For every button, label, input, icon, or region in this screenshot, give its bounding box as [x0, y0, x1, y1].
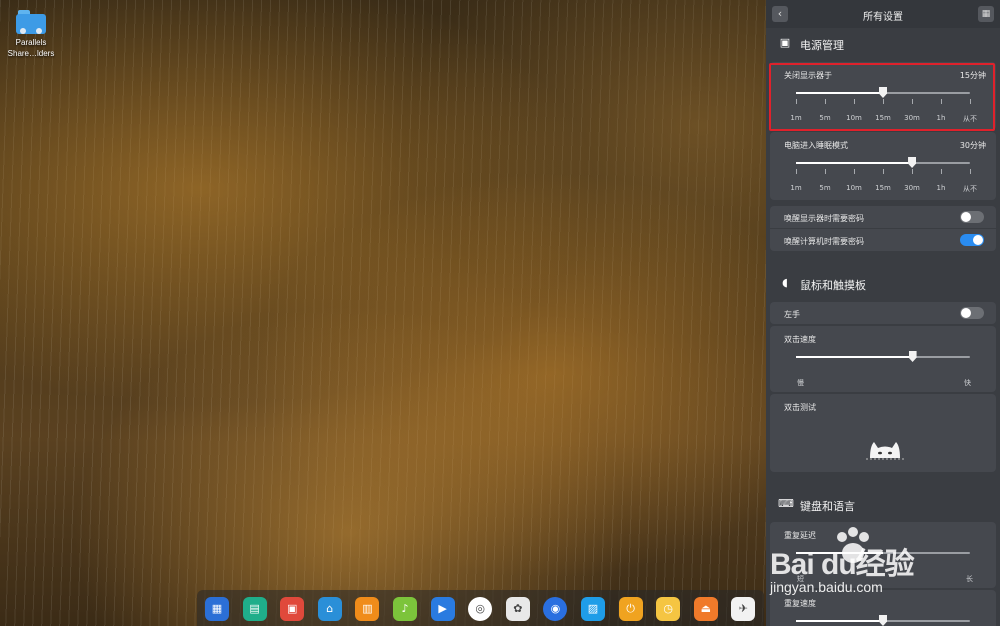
- desktop-folder-parallels[interactable]: Parallels Share…lders: [6, 10, 56, 59]
- slider-tick: [796, 169, 797, 174]
- section-title: 鼠标和触摸板: [800, 279, 866, 292]
- section-keyboard: ⌨ 键盘和语言: [766, 491, 1000, 517]
- slider-tick: [825, 169, 826, 174]
- wake-display-label: 唤醒显示器时需要密码: [784, 214, 864, 223]
- mouse-icon: ◖: [782, 276, 788, 289]
- wake-computer-row: 唤醒计算机时需要密码: [770, 229, 996, 251]
- section-mouse: ◖ 鼠标和触摸板: [766, 270, 1000, 296]
- tick-label: 1h: [936, 184, 946, 192]
- eject-icon[interactable]: ⏏: [693, 597, 718, 621]
- left-hand-row: 左手: [770, 302, 996, 324]
- slider-tick: [883, 169, 884, 174]
- panel-header: ‹ 所有设置 ▦: [766, 0, 1000, 28]
- slider-tick: [854, 169, 855, 174]
- section-title: 键盘和语言: [800, 500, 855, 513]
- panel-title: 所有设置: [863, 12, 903, 23]
- video-icon[interactable]: ▶: [430, 597, 455, 621]
- tick-label: 5m: [819, 184, 831, 192]
- folder-icon: [16, 10, 46, 34]
- section-title: 电源管理: [800, 39, 844, 52]
- settings-icon[interactable]: ✿: [505, 597, 530, 621]
- double-click-test-card: 双击测试: [770, 394, 996, 472]
- double-click-speed-slider[interactable]: [796, 351, 970, 362]
- slider-tick: [912, 169, 913, 174]
- grid-button[interactable]: ▦: [978, 6, 994, 22]
- cat-icon[interactable]: [866, 438, 904, 462]
- screen-recorder-icon[interactable]: ▣: [280, 597, 305, 621]
- sleep-value: 30分钟: [959, 141, 986, 150]
- highlight-box: [769, 63, 995, 131]
- wake-display-toggle[interactable]: [960, 211, 984, 223]
- watermark-url: jingyan.baidu.com: [770, 579, 883, 595]
- slider-tick: [970, 169, 971, 174]
- power-icon[interactable]: ⏻: [618, 597, 643, 621]
- slow-label: 慢: [797, 379, 804, 387]
- double-click-speed-label: 双击速度: [784, 335, 816, 344]
- slider-tick: [941, 169, 942, 174]
- sleep-card: 电脑进入睡眠模式 30分钟 1m 5m 10m 15m 30m 1h 从不: [770, 132, 996, 200]
- slider-handle[interactable]: [908, 351, 917, 362]
- double-click-test-label: 双击测试: [784, 403, 816, 412]
- wake-display-row: 唤醒显示器时需要密码: [770, 206, 996, 228]
- clock-icon[interactable]: ◷: [656, 597, 681, 621]
- chrome-icon[interactable]: ◎: [468, 597, 493, 621]
- sleep-slider[interactable]: [796, 157, 971, 174]
- archive-manager-icon[interactable]: ▥: [355, 597, 380, 621]
- double-click-speed-card: 双击速度 慢 快: [770, 326, 996, 392]
- launcher-icon[interactable]: ▦: [205, 597, 229, 621]
- tick-label: 从不: [963, 185, 977, 193]
- wake-computer-label: 唤醒计算机时需要密码: [784, 237, 864, 246]
- qq-icon[interactable]: ✈: [731, 597, 756, 621]
- tick-label: 15m: [875, 184, 891, 192]
- folder-label: Parallels Share…lders: [7, 38, 55, 58]
- left-hand-toggle[interactable]: [960, 307, 984, 319]
- fast-label: 快: [964, 379, 971, 387]
- slider-handle[interactable]: [908, 157, 917, 168]
- file-manager-icon[interactable]: ▤: [242, 597, 267, 621]
- tick-label: 1m: [790, 184, 802, 192]
- browser-icon[interactable]: ◉: [543, 597, 568, 621]
- app-store-icon[interactable]: ⌂: [317, 597, 342, 621]
- keyboard-icon: ⌨: [778, 497, 794, 510]
- grid-icon: ▦: [981, 9, 991, 19]
- music-icon[interactable]: ♪: [393, 597, 417, 621]
- left-hand-label: 左手: [784, 310, 800, 319]
- monitor-icon[interactable]: ▨: [581, 597, 605, 621]
- tick-label: 10m: [846, 184, 862, 192]
- tick-label: 30m: [904, 184, 920, 192]
- sleep-label: 电脑进入睡眠模式: [784, 141, 848, 150]
- battery-icon: ▣: [779, 36, 791, 49]
- section-power: ▣ 电源管理: [766, 30, 1000, 56]
- dock: ▦ ▤ ▣ ⌂ ▥ ♪ ▶ ◎ ✿ ◉ ▨ ⏻ ◷ ⏏ ✈: [197, 590, 764, 626]
- paw-icon: [837, 527, 869, 563]
- wake-computer-toggle[interactable]: [960, 234, 984, 246]
- baidu-watermark: Bai du经验 jingyan.baidu.com: [770, 525, 970, 625]
